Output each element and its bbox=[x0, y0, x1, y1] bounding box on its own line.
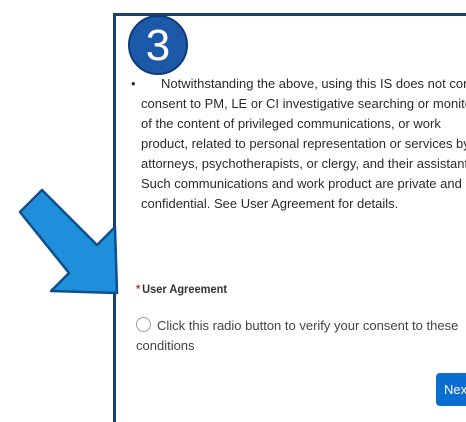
arrow-pointing-down-right-icon bbox=[18, 188, 119, 295]
user-agreement-label: * User Agreement bbox=[136, 282, 227, 296]
notice-line: Notwithstanding the above, using this IS… bbox=[161, 76, 466, 91]
notice-line: confidential. See User Agreement for det… bbox=[141, 196, 399, 211]
consent-radio-option[interactable]: Click this radio button to verify your c… bbox=[136, 316, 466, 356]
next-button[interactable]: Next bbox=[436, 373, 466, 406]
notice-line: product, related to personal representat… bbox=[141, 136, 466, 151]
consent-radio-label-line[interactable]: Click this radio button to verify your c… bbox=[136, 316, 466, 336]
radio-unchecked-icon[interactable] bbox=[136, 317, 151, 332]
bullet-icon: • bbox=[131, 76, 136, 91]
required-marker: * bbox=[136, 282, 141, 296]
screen: • Notwithstanding the above, using this … bbox=[0, 0, 466, 422]
notice-line: attorneys, psychotherapists, or clergy, … bbox=[141, 156, 466, 171]
notice-line: consent to PM, LE or CI investigative se… bbox=[141, 96, 466, 111]
consent-notice: • Notwithstanding the above, using this … bbox=[131, 74, 466, 214]
consent-radio-label[interactable]: Click this radio button to verify your c… bbox=[136, 316, 466, 356]
notice-line: Such communications and work product are… bbox=[141, 176, 462, 191]
step-number-badge: 3 bbox=[128, 15, 188, 75]
consent-radio-label-line[interactable]: conditions bbox=[136, 336, 466, 356]
notice-line: of the content of privileged communicati… bbox=[141, 116, 441, 131]
user-agreement-label-text: User Agreement bbox=[142, 282, 228, 296]
consent-panel: • Notwithstanding the above, using this … bbox=[113, 13, 466, 422]
